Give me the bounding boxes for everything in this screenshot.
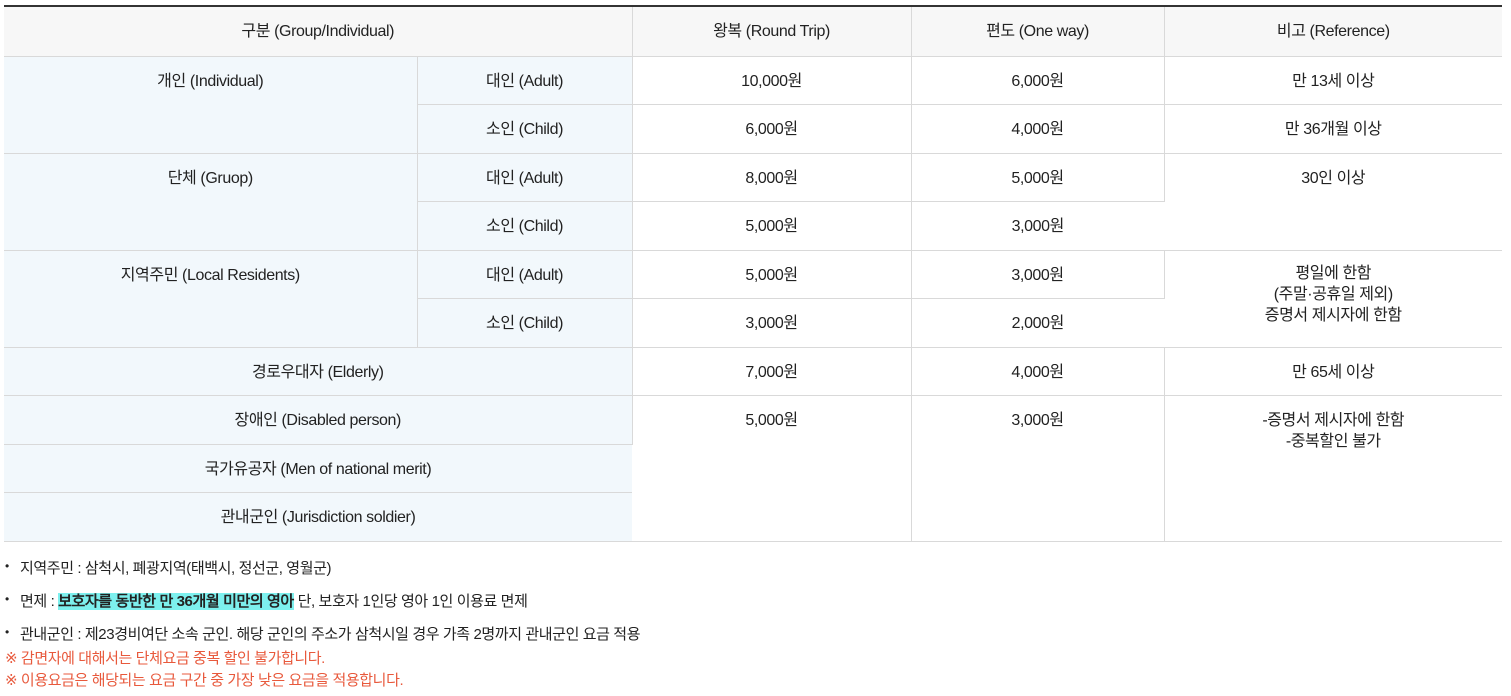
fare-table: 구분 (Group/Individual) 왕복 (Round Trip) 편도… xyxy=(4,5,1503,542)
category-soldier: 관내군인 (Jurisdiction soldier) xyxy=(4,492,633,542)
bullet-icon: • xyxy=(5,559,9,573)
price-round-trip: 3,000원 xyxy=(632,298,912,348)
table-row: 단체 (Gruop) 대인 (Adult) 8,000원 5,000원 30인 … xyxy=(4,153,1503,251)
price-round-trip: 8,000원 xyxy=(632,153,912,202)
price-round-trip: 5,000원 xyxy=(632,395,912,542)
bullet-icon: • xyxy=(5,625,9,639)
category-elderly: 경로우대자 (Elderly) xyxy=(4,347,633,396)
reference-line: 평일에 한함 xyxy=(1295,264,1372,282)
price-one-way: 3,000원 xyxy=(911,395,1165,542)
category-disabled: 장애인 (Disabled person) xyxy=(4,395,633,445)
price-one-way: 6,000원 xyxy=(911,56,1165,105)
price-round-trip: 5,000원 xyxy=(632,250,912,299)
reference-line: (주말·공휴일 제외) xyxy=(1273,285,1393,303)
table-header-row: 구분 (Group/Individual) 왕복 (Round Trip) 편도… xyxy=(4,5,1503,57)
category-local-residents: 지역주민 (Local Residents) xyxy=(4,250,418,348)
reference-note: -증명서 제시자에 한함 -중복할인 불가 xyxy=(1164,395,1503,542)
table-row: 개인 (Individual) 대인 (Adult) 10,000원 6,000… xyxy=(4,56,1503,154)
subcategory-adult: 대인 (Adult) xyxy=(417,153,633,202)
note-text: 단, 보호자 1인당 영아 1인 이용료 면제 xyxy=(293,593,528,610)
category-individual: 개인 (Individual) xyxy=(4,56,418,154)
note-soldier: • 관내군인 : 제23경비여단 소속 군인. 해당 군인의 주소가 삼척시일 … xyxy=(5,623,1505,656)
notes-section: • 지역주민 : 삼척시, 폐광지역(태백시, 정선군, 영월군) • 면제 :… xyxy=(5,557,1505,692)
fare-page: 구분 (Group/Individual) 왕복 (Round Trip) 편도… xyxy=(0,0,1511,696)
reference-note: 만 13세 이상 xyxy=(1164,56,1503,105)
subcategory-child: 소인 (Child) xyxy=(417,298,633,348)
reference-line: -중복할인 불가 xyxy=(1285,433,1381,450)
header-round-trip: 왕복 (Round Trip) xyxy=(632,5,912,57)
table-row: 경로우대자 (Elderly) 7,000원 4,000원 만 65세 이상 xyxy=(4,347,1503,396)
subcategory-adult: 대인 (Adult) xyxy=(417,56,633,105)
header-group: 구분 (Group/Individual) xyxy=(4,5,633,57)
bullet-icon: • xyxy=(5,592,9,606)
price-one-way: 2,000원 xyxy=(911,298,1165,348)
price-round-trip: 7,000원 xyxy=(632,347,912,396)
reference-line: -증명서 제시자에 한함 xyxy=(1262,412,1405,429)
price-one-way: 3,000원 xyxy=(911,201,1165,251)
table-row: 지역주민 (Local Residents) 대인 (Adult) 5,000원… xyxy=(4,250,1503,348)
note-text: 관내군인 : 제23경비여단 소속 군인. 해당 군인의 주소가 삼척시일 경우… xyxy=(20,626,641,643)
price-one-way: 4,000원 xyxy=(911,347,1165,396)
note-local-residents: • 지역주민 : 삼척시, 폐광지역(태백시, 정선군, 영월군) xyxy=(5,557,1505,590)
table-row: 장애인 (Disabled person) 5,000원 3,000원 -증명서… xyxy=(4,395,1503,542)
price-one-way: 5,000원 xyxy=(911,153,1165,202)
note-exemption: • 면제 : 보호자를 동반한 만 36개월 미만의 영아 단, 보호자 1인당… xyxy=(5,590,1505,623)
reference-note: 만 36개월 이상 xyxy=(1164,104,1503,154)
price-one-way: 4,000원 xyxy=(911,104,1165,154)
note-text: 지역주민 : 삼척시, 폐광지역(태백시, 정선군, 영월군) xyxy=(20,560,332,577)
subcategory-child: 소인 (Child) xyxy=(417,201,633,251)
reference-note: 만 65세 이상 xyxy=(1164,347,1503,396)
header-one-way: 편도 (One way) xyxy=(911,5,1165,57)
note-text: 면제 : xyxy=(20,593,59,610)
price-round-trip: 6,000원 xyxy=(632,104,912,154)
category-national-merit: 국가유공자 (Men of national merit) xyxy=(4,444,633,493)
price-one-way: 3,000원 xyxy=(911,250,1165,299)
header-reference: 비고 (Reference) xyxy=(1164,5,1503,57)
reference-note: 평일에 한함 (주말·공휴일 제외) 증명서 제시자에 한함 xyxy=(1164,250,1503,348)
price-round-trip: 10,000원 xyxy=(632,56,912,105)
price-round-trip: 5,000원 xyxy=(632,201,912,251)
reference-line: 증명서 제시자에 한함 xyxy=(1264,306,1402,324)
category-group: 단체 (Gruop) xyxy=(4,153,418,251)
reference-note: 30인 이상 xyxy=(1164,153,1503,251)
warning-lowest-fare: ※ 이용요금은 해당되는 요금 구간 중 가장 낮은 요금을 적용합니다. xyxy=(5,672,404,689)
note-highlight: 보호자를 동반한 만 36개월 미만의 영아 xyxy=(58,593,294,610)
subcategory-child: 소인 (Child) xyxy=(417,104,633,154)
subcategory-adult: 대인 (Adult) xyxy=(417,250,633,299)
